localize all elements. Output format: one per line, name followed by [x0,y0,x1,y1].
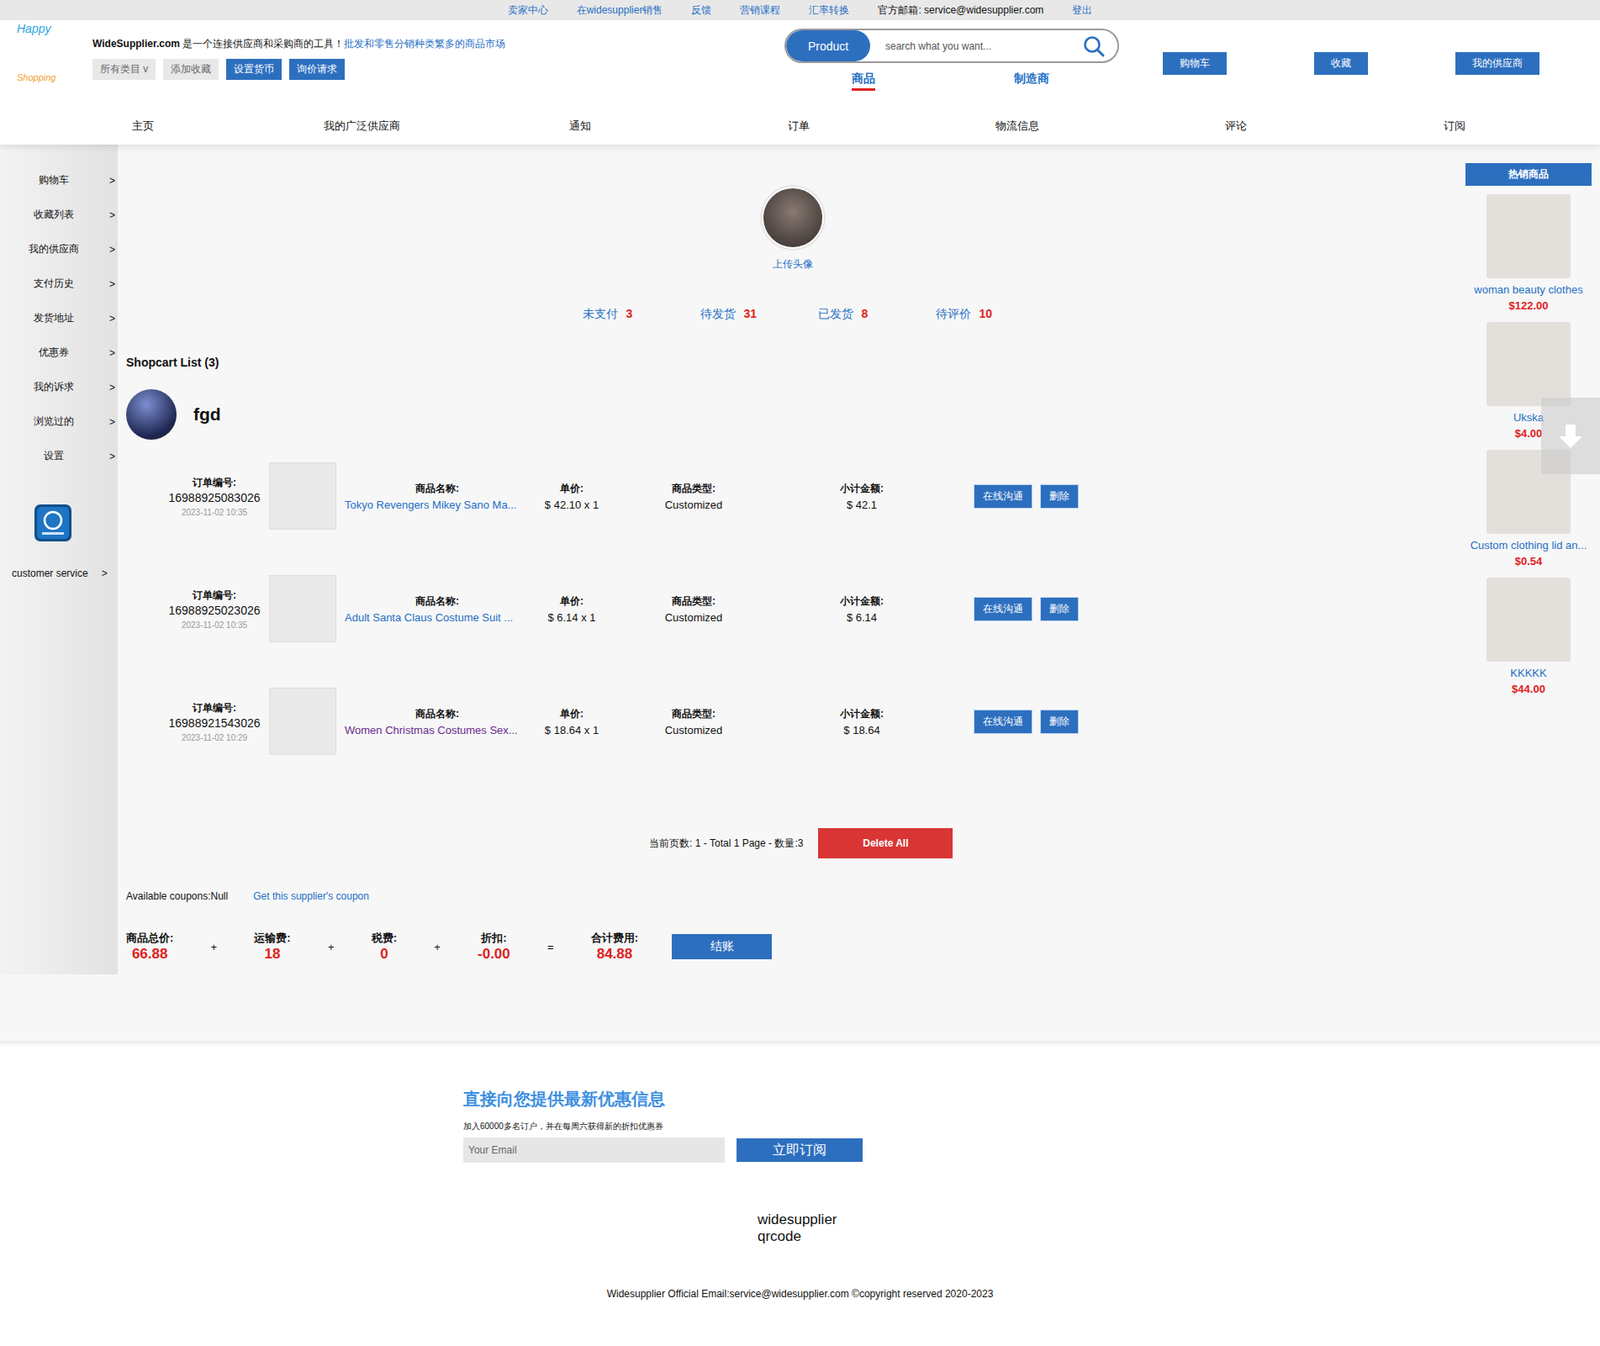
total-term: 运输费:18 [253,930,291,963]
search-icon[interactable] [1082,34,1106,59]
sidebar-item[interactable]: 发货地址> [0,300,118,336]
product-image[interactable] [269,462,337,530]
supplier-avatar[interactable] [126,389,177,440]
product-link[interactable]: Adult Santa Claus Costume Suit ... [344,611,530,624]
row-action-button[interactable]: 删除 [1040,709,1079,734]
top-bar: 卖家中心 在widesupplier销售 反馈 营销课程 汇率转换 官方邮箱: servi… [0,0,1600,21]
cart-row: 订单编号:169889215430262023-11-02 10:29商品名称:… [126,665,1459,778]
tool-button[interactable]: 询价请求 [289,58,345,80]
product-link[interactable]: Tokyo Revengers Mikey Sano Ma... [344,498,530,512]
row-action-button[interactable]: 删除 [1040,596,1079,622]
nav-item[interactable]: 订单 [689,118,909,134]
email-input[interactable] [463,1137,725,1163]
tool-button[interactable]: 所有类目 v [92,58,156,80]
top-link[interactable]: 营销课程 [739,3,781,18]
customer-service[interactable]: customer service> [0,567,118,580]
row-action-button[interactable]: 在线沟通 [973,709,1033,734]
top-link[interactable]: 反馈 [691,3,712,18]
main-nav: 主页我的广泛供应商通知订单物流信息评论订阅 [0,106,1600,145]
sidebar-item[interactable]: 支付历史> [0,266,118,301]
cart-row: 订单编号:169889250830262023-11-02 10:35商品名称:… [126,439,1459,553]
total-term: 折扣:-0.00 [477,930,511,963]
total-term: 合计费用:84.88 [591,930,639,963]
totals: 商品总价:66.88+运输费:18+税费:0+折扣:-0.00=合计费用:84.… [126,930,1459,963]
search-tab[interactable]: 商品 [851,71,876,91]
product-image[interactable] [269,687,337,756]
sidebar-item[interactable]: 购物车> [0,163,118,198]
customer-service-icon[interactable] [33,503,73,543]
order-count[interactable]: 已发货8 [818,306,886,323]
checkout-button[interactable]: 结账 [671,934,772,960]
sidebar-item[interactable]: 我的诉求> [0,369,118,405]
tool-button[interactable]: 设置货币 [226,58,282,80]
user-avatar[interactable] [761,186,824,249]
cart-title: Shopcart List (3) [126,355,1459,370]
product-image[interactable] [269,575,337,643]
search-scope[interactable]: Product [786,30,871,62]
pagination: 当前页数: 1 - Total 1 Page - 数量:3Delete All [649,828,1459,859]
hot-product[interactable]: woman beauty clothes$122.00 [1465,185,1592,314]
top-link[interactable]: 汇率转换 [808,3,850,18]
sidebar-item[interactable]: 我的供应商> [0,232,118,267]
nav-item[interactable]: 订阅 [1345,118,1564,134]
top-link[interactable]: 在widesupplier销售 [576,3,664,18]
subscribe-button[interactable]: 立即订阅 [736,1138,863,1162]
coupons: Available coupons:NullGet this supplier'… [126,890,1459,903]
order-count[interactable]: 待发货31 [700,306,768,323]
sidebar-item[interactable]: 浏览过的> [0,404,118,439]
sidebar-item[interactable]: 收藏列表> [0,197,118,233]
row-action-button[interactable]: 在线沟通 [973,484,1033,509]
sidebar-item[interactable]: 设置> [0,438,118,474]
header: HappyShoppingWideSupplier.com 是一个连接供应商和采… [0,20,1600,107]
scroll-button[interactable] [1541,397,1600,475]
hot-product[interactable]: KKKKK$44.00 [1465,569,1592,698]
total-term: 商品总价:66.88 [126,930,174,963]
search-tab[interactable]: 制造商 [1013,71,1050,91]
search-input[interactable] [870,40,1083,53]
cart-row: 订单编号:169889250230262023-11-02 10:35商品名称:… [126,552,1459,666]
order-count[interactable]: 未支付3 [582,306,650,323]
official-email: 官方邮箱: service@widesupplier.com [877,3,1044,18]
header-button[interactable]: 我的供应商 [1455,52,1540,75]
site-name: WideSupplier.com [92,37,180,50]
tool-button[interactable]: 添加收藏 [163,58,219,80]
upload-avatar-link[interactable]: 上传头像 [772,257,814,272]
sidebar-item[interactable]: 优惠券> [0,335,118,370]
supplier-name[interactable]: fgd [193,404,222,425]
nav-item[interactable]: 通知 [470,118,690,134]
slogan: 批发和零售分销种类繁多的商品市场 [343,37,506,50]
nav-item[interactable]: 评论 [1126,118,1346,134]
logo[interactable]: HappyShopping [16,20,76,83]
header-button[interactable]: 收藏 [1314,52,1368,75]
order-count[interactable]: 待评价10 [935,306,1004,323]
main-content: 上传头像未支付3 待发货31 已发货8 待评价10 Shopcart List (3) f… [117,144,1459,975]
page: 卖家中心 在widesupplier销售 反馈 营销课程 汇率转换 官方邮箱: servi… [0,0,1600,1346]
copyright: Widesupplier Official Email:service@wide… [0,1288,1600,1300]
top-link[interactable]: 卖家中心 [507,3,549,18]
hot-products: 热销商品woman beauty clothes$122.00Ukska$4.0… [1465,144,1592,975]
sidebar: 购物车>收藏列表>我的供应商>支付历史>发货地址>优惠券>我的诉求>浏览过的>设… [0,144,118,975]
nav-item[interactable]: 物流信息 [908,118,1127,134]
total-term: 税费:0 [371,930,397,963]
qrcode: widesupplier qrcode [757,1211,852,1247]
row-action-button[interactable]: 在线沟通 [973,596,1033,622]
row-action-button[interactable]: 删除 [1040,484,1079,509]
header-button[interactable]: 购物车 [1162,52,1227,75]
tagline: 是一个连接供应商和采购商的工具！ [179,37,344,50]
search-bar: Product [784,28,1120,64]
delete-all-button[interactable]: Delete All [818,828,953,859]
nav-item[interactable]: 主页 [33,118,253,134]
arrow-down-icon [1556,422,1585,451]
supplier: fgd [126,389,1459,440]
nav-item[interactable]: 我的广泛供应商 [252,118,471,134]
coupon-link[interactable]: Get this supplier's coupon [253,890,370,903]
brand: WideSupplier.com 是一个连接供应商和采购商的工具！批发和零售分销… [75,20,785,107]
product-link[interactable]: Women Christmas Costumes Sex... [344,723,530,737]
top-link[interactable]: 登出 [1071,3,1093,18]
footer: 直接向您提供最新优惠信息加入60000多名订户，并在每周六获得新的折扣优惠券立即… [0,1040,1600,1346]
